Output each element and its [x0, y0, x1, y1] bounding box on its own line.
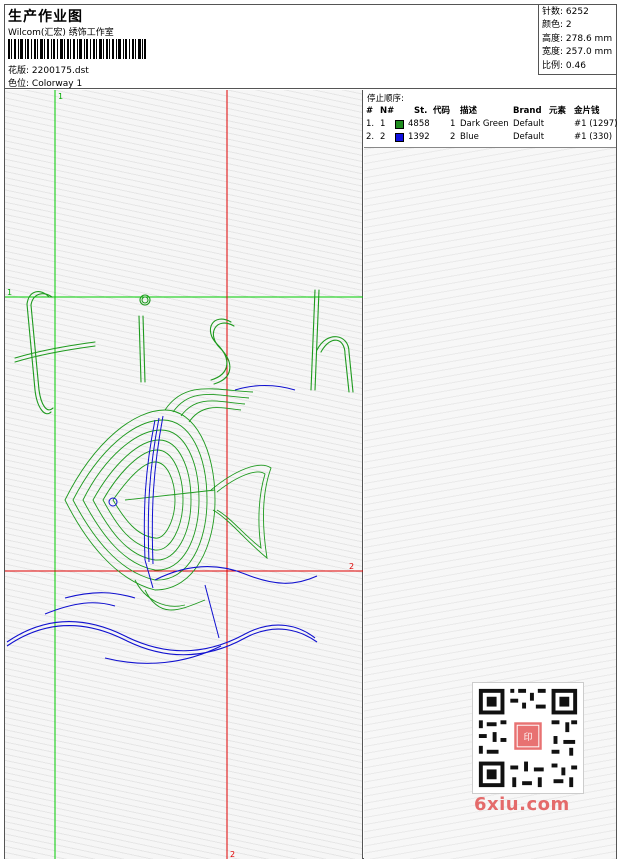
- row-n: 2: [380, 132, 386, 142]
- embroidery-drawing: 1 1 2 2: [5, 90, 363, 859]
- stat-height-label: 高度:: [542, 33, 564, 44]
- stat-ratio-value: 0.46: [565, 60, 586, 71]
- col-header-code: 代码: [433, 106, 451, 116]
- col-header-brand: Brand: [513, 106, 542, 116]
- design-file-value: 2200175.dst: [31, 66, 89, 76]
- stat-ratio-label: 比例:: [542, 60, 564, 71]
- fish-lettering: [14, 289, 354, 415]
- stat-height-value: 278.6 mm: [565, 33, 613, 44]
- row-n: 1: [380, 119, 386, 129]
- qr-code-image: 印: [472, 682, 584, 794]
- row-brand: Default: [513, 119, 545, 129]
- stat-ratio: 比例: 0.46: [542, 60, 613, 73]
- barcode-image: [8, 39, 146, 59]
- water-waves: [6, 384, 318, 664]
- col-header-element: 元素: [549, 106, 567, 116]
- row-index: 1.: [366, 119, 375, 129]
- guide-label-red-h: 2: [349, 562, 354, 571]
- col-header-n: N#: [380, 106, 395, 116]
- row-element: #1 (1297): [574, 119, 618, 129]
- row-code: 2: [450, 132, 456, 142]
- table-row: 2. 2 1392 2 Blue Default #1 (330): [364, 131, 616, 143]
- stop-sequence-table: 停止顺序: # N# St. 代码 描述 Brand 元素 金片钱 1. 1 4…: [364, 90, 618, 148]
- side-panel: 停止顺序: # N# St. 代码 描述 Brand 元素 金片钱 1. 1 4…: [364, 90, 618, 859]
- svg-text:印: 印: [524, 731, 533, 743]
- fish-body: [64, 388, 272, 611]
- production-sheet: 生产作业图 Wilcom(汇宏) 绣饰工作室 花版: 2200175.dst 色…: [4, 4, 618, 859]
- stat-stitches-value: 6252: [565, 7, 589, 17]
- color-swatch-blue: [395, 133, 404, 142]
- colorway-value: Colorway 1: [31, 79, 83, 89]
- design-file-line: 花版: 2200175.dst: [8, 63, 89, 76]
- sheet-title: 生产作业图: [8, 9, 83, 25]
- col-header-st: St.: [414, 106, 428, 116]
- row-element: #1 (330): [574, 132, 613, 142]
- row-description: Blue: [460, 132, 479, 142]
- guide-label-red-v: 2: [230, 850, 235, 859]
- guide-label-green-v: 1: [58, 92, 63, 101]
- row-code: 1: [450, 119, 456, 129]
- stats-panel: 针数: 6252 颜色: 2 高度: 278.6 mm 宽度: 257.0 mm…: [538, 5, 616, 75]
- colorway-line: 色位: Colorway 1: [8, 76, 82, 89]
- stat-stitches-label: 针数:: [542, 7, 564, 17]
- stat-height: 高度: 278.6 mm: [542, 33, 613, 46]
- company-name: Wilcom(汇宏) 绣饰工作室: [8, 28, 114, 38]
- stat-stitches: 针数: 6252: [542, 6, 613, 19]
- stat-colors: 颜色: 2: [542, 19, 613, 32]
- stat-width-label: 宽度:: [542, 47, 564, 58]
- row-stitches: 4858: [408, 119, 430, 129]
- row-brand: Default: [513, 132, 545, 142]
- row-index: 2.: [366, 132, 375, 142]
- table-row: 1. 1 4858 1 Dark Green Default #1 (1297): [364, 118, 618, 130]
- color-swatch-dark-green: [395, 120, 404, 129]
- col-header-index: #: [366, 106, 374, 116]
- col-header-sequins: 金片钱: [574, 106, 600, 116]
- stop-sequence-title: 停止顺序:: [367, 94, 404, 104]
- row-description: Dark Green: [460, 119, 509, 129]
- stop-sequence-header: # N# St. 代码 描述 Brand 元素 金片钱: [364, 105, 616, 117]
- stat-colors-value: 2: [565, 20, 572, 31]
- row-stitches: 1392: [408, 132, 430, 142]
- watermark-text: 6xiu.com: [474, 794, 570, 815]
- design-preview: 1 1 2 2: [5, 90, 363, 859]
- colorway-label: 色位:: [8, 79, 30, 89]
- col-header-desc: 描述: [460, 106, 478, 116]
- stat-colors-label: 颜色:: [542, 20, 564, 31]
- guide-label-green-h: 1: [7, 288, 12, 297]
- stat-width: 宽度: 257.0 mm: [542, 46, 613, 59]
- design-label: 花版:: [8, 66, 30, 76]
- sheet-header: 生产作业图 Wilcom(汇宏) 绣饰工作室 花版: 2200175.dst 色…: [5, 5, 616, 89]
- stat-width-value: 257.0 mm: [565, 47, 613, 58]
